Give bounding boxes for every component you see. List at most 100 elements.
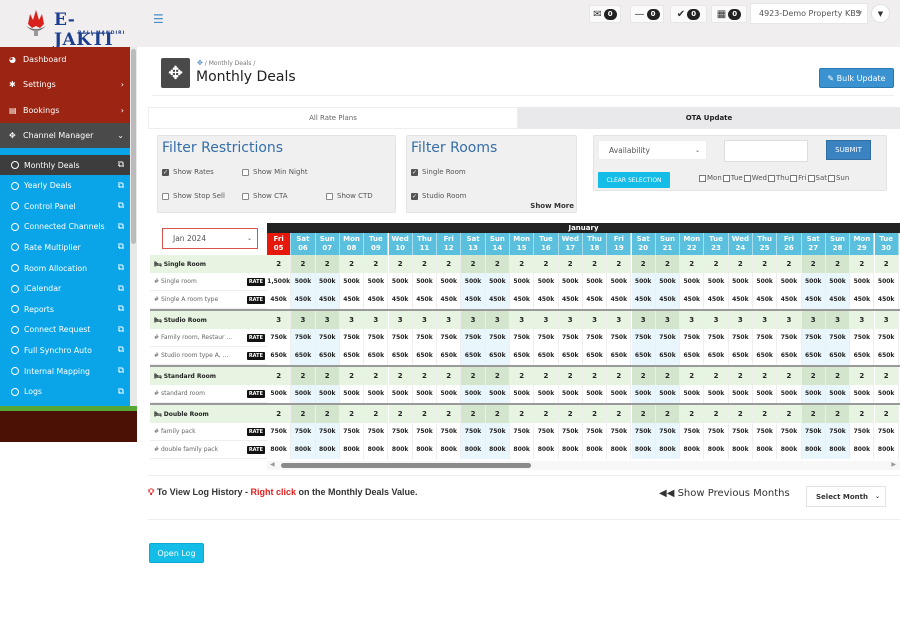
rate-cell[interactable]: 750k [655, 423, 681, 441]
rate-cell[interactable]: 750k [558, 329, 583, 347]
availability-cell[interactable]: 3 [339, 311, 365, 329]
bulk-update-button[interactable]: ✎ Bulk Update [819, 68, 894, 88]
rate-cell[interactable]: 750k [801, 329, 826, 347]
availability-cell[interactable]: 2 [412, 367, 438, 385]
sidebar-scrollbar[interactable] [130, 47, 137, 406]
rate-badge[interactable]: RATE [246, 445, 265, 454]
external-link-icon[interactable]: ⧉ [118, 181, 124, 191]
rate-cell[interactable]: 650k [582, 347, 608, 365]
rate-cell[interactable]: 450k [315, 291, 340, 309]
rate-cell[interactable]: 750k [680, 329, 705, 347]
rate-cell[interactable]: 450k [388, 291, 413, 309]
external-link-icon[interactable]: ⧉ [118, 325, 124, 335]
availability-cell[interactable]: 2 [655, 367, 681, 385]
rate-cell[interactable]: 500k [874, 385, 899, 403]
rate-cell[interactable]: 800k [412, 441, 438, 459]
rate-cell[interactable]: 750k [315, 329, 340, 347]
clear-selection-button[interactable]: CLEAR SELECTION [598, 172, 670, 188]
rate-cell[interactable]: 750k [607, 329, 632, 347]
availability-cell[interactable]: 3 [607, 311, 632, 329]
rate-cell[interactable]: 500k [777, 385, 802, 403]
rate-cell[interactable]: 650k [364, 347, 389, 365]
day-header[interactable]: Sun 21 [655, 233, 681, 255]
availability-cell[interactable]: 2 [461, 255, 486, 273]
rate-cell[interactable]: 750k [607, 423, 632, 441]
rate-cell[interactable]: 500k [607, 385, 632, 403]
rate-cell[interactable]: 650k [728, 347, 753, 365]
rate-cell[interactable]: 500k [534, 273, 559, 291]
rate-cell[interactable]: 750k [558, 423, 583, 441]
availability-cell[interactable]: 3 [437, 311, 462, 329]
rate-cell[interactable]: 650k [510, 347, 535, 365]
sidebar-subitem-connected-channels[interactable]: Connected Channels ⧉ [0, 217, 130, 237]
availability-cell[interactable]: 2 [874, 405, 899, 423]
external-link-icon[interactable]: ⧉ [118, 284, 124, 294]
rate-cell[interactable]: 650k [704, 347, 729, 365]
rate-cell[interactable]: 500k [291, 385, 316, 403]
rate-cell[interactable]: 800k [388, 441, 413, 459]
calendar-button[interactable]: ▦ 0 [711, 5, 747, 23]
rate-cell[interactable]: 800k [510, 441, 535, 459]
availability-cell[interactable]: 2 [461, 367, 486, 385]
rate-badge[interactable]: RATE [246, 295, 265, 304]
rate-cell[interactable]: 500k [485, 385, 510, 403]
rate-cell[interactable]: 750k [874, 423, 899, 441]
availability-cell[interactable]: 2 [704, 255, 729, 273]
availability-cell[interactable]: 2 [607, 367, 632, 385]
rate-cell[interactable]: 750k [291, 329, 316, 347]
rate-cell[interactable]: 650k [534, 347, 559, 365]
external-link-icon[interactable]: ⧉ [118, 201, 124, 211]
availability-cell[interactable]: 2 [777, 405, 802, 423]
rate-cell[interactable]: 450k [777, 291, 802, 309]
rate-cell[interactable]: 450k [850, 291, 875, 309]
day-header[interactable]: Fri 12 [437, 233, 462, 255]
rate-cell[interactable]: 650k [485, 347, 510, 365]
availability-cell[interactable]: 2 [267, 255, 292, 273]
day-checkbox-fri[interactable]: Fri [790, 174, 807, 182]
day-checkbox-mon[interactable]: Mon [699, 174, 722, 182]
rate-cell[interactable]: 650k [850, 347, 875, 365]
rate-cell[interactable]: 500k [291, 273, 316, 291]
rate-cell[interactable]: 800k [461, 441, 486, 459]
rate-cell[interactable]: 750k [704, 329, 729, 347]
rate-cell[interactable]: 650k [558, 347, 583, 365]
rate-cell[interactable]: 750k [437, 423, 462, 441]
availability-cell[interactable]: 2 [412, 255, 438, 273]
messages-button[interactable]: ✉ 0 [589, 5, 621, 23]
rate-cell[interactable]: 450k [728, 291, 753, 309]
day-header[interactable]: Fri 05 [267, 233, 292, 255]
day-header[interactable]: Thu 11 [412, 233, 438, 255]
rate-cell[interactable]: 750k [534, 329, 559, 347]
show-ctd-checkbox[interactable]: Show CTD [326, 192, 373, 200]
rate-cell[interactable]: 750k [753, 329, 778, 347]
rate-cell[interactable]: 800k [339, 441, 365, 459]
rate-cell[interactable]: 750k [388, 423, 413, 441]
rate-cell[interactable]: 650k [801, 347, 826, 365]
update-type-select[interactable]: Availability ⌄ [598, 140, 707, 160]
day-header[interactable]: Thu 25 [753, 233, 778, 255]
rate-cell[interactable]: 800k [558, 441, 583, 459]
rate-cell[interactable]: 750k [291, 423, 316, 441]
rate-cell[interactable]: 500k [704, 273, 729, 291]
day-header[interactable]: Sat 13 [461, 233, 486, 255]
rate-cell[interactable]: 450k [704, 291, 729, 309]
availability-cell[interactable]: 2 [582, 405, 608, 423]
day-header[interactable]: Mon 08 [339, 233, 365, 255]
day-header[interactable]: Thu 18 [582, 233, 608, 255]
rate-cell[interactable]: 450k [510, 291, 535, 309]
sidebar-item-settings[interactable]: ✱ Settings › [0, 72, 130, 97]
rate-cell[interactable]: 450k [485, 291, 510, 309]
rate-cell[interactable]: 800k [801, 441, 826, 459]
availability-cell[interactable]: 2 [801, 367, 826, 385]
availability-cell[interactable]: 2 [510, 367, 535, 385]
rate-cell[interactable]: 800k [874, 441, 899, 459]
show-previous-months-button[interactable]: ◀◀ Show Previous Months [659, 488, 790, 499]
checkbox[interactable] [827, 174, 835, 182]
rate-cell[interactable]: 500k [850, 385, 875, 403]
availability-cell[interactable]: 2 [777, 367, 802, 385]
availability-cell[interactable]: 3 [704, 311, 729, 329]
rate-cell[interactable]: 500k [267, 385, 292, 403]
day-header[interactable]: Mon 22 [680, 233, 705, 255]
pending-button[interactable]: — 0 [630, 5, 664, 23]
checkbox-checked[interactable]: ✓ [411, 192, 418, 200]
